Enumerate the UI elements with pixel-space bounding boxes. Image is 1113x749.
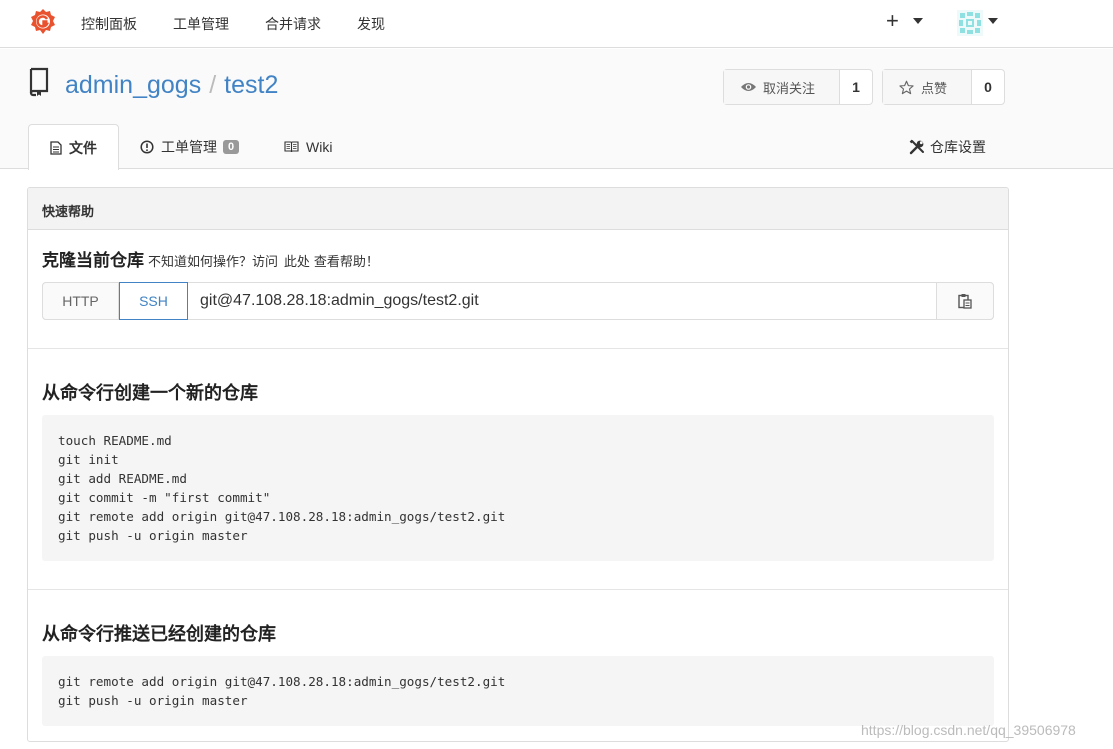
clone-url-input[interactable]: git@47.108.28.18:admin_gogs/test2.git [200, 292, 479, 310]
repo-title: admin_gogs / test2 [65, 71, 278, 100]
create-dropdown-caret-icon[interactable] [913, 18, 923, 24]
repo-header: admin_gogs / test2 取消关注 1 点赞 0 文件 工单管理 0… [0, 49, 1113, 170]
star-button[interactable]: 点赞 [883, 70, 972, 104]
quick-help-panel: 快速帮助 克隆当前仓库 不知道如何操作？访问 此处 查看帮助！ HTTP SSH … [27, 187, 1009, 742]
book-open-icon [284, 140, 299, 152]
tab-wiki[interactable]: Wiki [284, 124, 332, 169]
repo-name-link[interactable]: test2 [224, 71, 278, 99]
code-line: git add README.md [58, 471, 187, 486]
push-existing-title: 从命令行推送已经创建的仓库 [42, 624, 276, 644]
code-line: git init [58, 452, 119, 467]
tab-settings-label: 仓库设置 [930, 138, 986, 155]
tab-files-label: 文件 [69, 139, 97, 156]
section-divider [28, 348, 1008, 349]
push-existing-code-block: git remote add origin git@47.108.28.18:a… [42, 656, 994, 726]
ssh-protocol-button[interactable]: SSH [119, 282, 188, 320]
code-line: git remote add origin git@47.108.28.18:a… [58, 674, 506, 689]
star-icon [899, 80, 914, 94]
clone-section-title: 克隆当前仓库 不知道如何操作？访问 此处 查看帮助！ [42, 246, 379, 271]
nav-dashboard-link[interactable]: 控制面板 [81, 14, 137, 34]
unwatch-button[interactable]: 取消关注 [724, 70, 840, 104]
eye-icon [741, 83, 756, 91]
nav-explore-link[interactable]: 发现 [357, 14, 385, 34]
repo-owner-link[interactable]: admin_gogs [65, 71, 201, 99]
star-label: 点赞 [921, 80, 948, 96]
unwatch-button-group: 取消关注 1 [723, 69, 873, 105]
code-line: git remote add origin git@47.108.28.18:a… [58, 509, 506, 524]
nav-pulls-link[interactable]: 合并请求 [265, 14, 321, 34]
top-navbar: 控制面板 工单管理 合并请求 发现 + [0, 0, 1113, 48]
repo-title-separator: / [209, 71, 217, 99]
clone-title: 克隆当前仓库 [42, 251, 144, 270]
quick-help-header: 快速帮助 [28, 188, 1008, 230]
nav-issues-link[interactable]: 工单管理 [173, 14, 229, 34]
stars-count[interactable]: 0 [972, 70, 1004, 104]
copy-url-button[interactable] [936, 282, 994, 320]
new-repo-code-block: touch README.md git init git add README.md… [42, 415, 994, 561]
issues-count-badge: 0 [223, 139, 240, 154]
user-avatar[interactable] [957, 10, 983, 36]
user-dropdown-caret-icon[interactable] [988, 18, 998, 24]
clone-hint-suffix: 查看帮助！ [313, 254, 379, 269]
code-line: touch README.md [58, 433, 172, 448]
clone-url-box: HTTP SSH git@47.108.28.18:admin_gogs/tes… [42, 282, 994, 320]
tab-issues-label: 工单管理 [161, 138, 217, 155]
repo-book-icon [29, 67, 49, 97]
gogs-logo-icon[interactable] [29, 8, 57, 36]
star-button-group: 点赞 0 [882, 69, 1005, 105]
tab-wiki-label: Wiki [306, 138, 333, 155]
tab-settings[interactable]: 仓库设置 [909, 124, 986, 169]
code-line: git commit -m "first commit" [58, 490, 271, 505]
tab-issues[interactable]: 工单管理 0 [140, 124, 240, 169]
clipboard-icon [958, 294, 972, 309]
tools-icon [909, 139, 924, 154]
file-text-icon [50, 140, 62, 155]
code-line: git push -u origin master [58, 693, 248, 708]
tab-files[interactable]: 文件 [28, 124, 119, 170]
http-protocol-button[interactable]: HTTP [42, 282, 119, 320]
clone-hint-prefix: 不知道如何操作？访问 [148, 254, 279, 269]
watchers-count[interactable]: 1 [840, 70, 872, 104]
unwatch-label: 取消关注 [763, 80, 816, 96]
create-new-plus-icon[interactable]: + [886, 10, 899, 32]
new-repo-title: 从命令行创建一个新的仓库 [42, 383, 258, 403]
section-divider [28, 589, 1008, 590]
watermark-text: https://blog.csdn.net/qq_39506978 [861, 722, 1076, 738]
issue-opened-icon [140, 139, 154, 154]
help-link[interactable]: 此处 [284, 254, 310, 269]
code-line: git push -u origin master [58, 528, 248, 543]
